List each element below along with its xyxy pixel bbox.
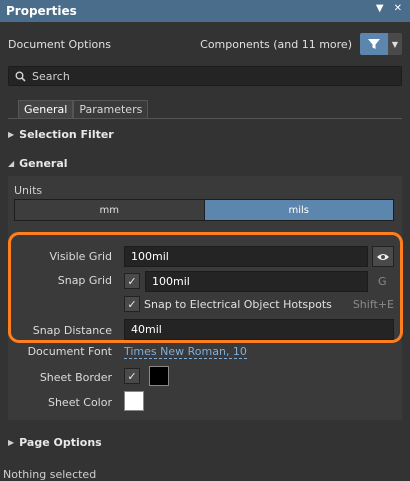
section-selection-filter[interactable]: ▶ Selection Filter xyxy=(8,128,114,141)
panel-title: Properties xyxy=(6,4,77,18)
section-general[interactable]: ◢ General xyxy=(8,157,68,170)
snap-hotspots-checkbox[interactable]: ✓ xyxy=(124,296,140,312)
checkmark-icon: ✓ xyxy=(127,274,137,288)
filter-icon xyxy=(368,39,380,49)
chevron-down-icon: ▼ xyxy=(391,39,399,49)
sheet-color-label: Sheet Color xyxy=(47,396,112,409)
tab-divider xyxy=(8,118,402,119)
snap-grid-label: Snap Grid xyxy=(57,274,112,287)
status-text: Nothing selected xyxy=(3,468,97,481)
visible-grid-input[interactable]: 100mil xyxy=(124,246,368,267)
checkmark-icon: ✓ xyxy=(127,297,137,311)
search-icon xyxy=(15,71,26,82)
snap-distance-input[interactable]: 40mil xyxy=(124,319,394,340)
components-filter-label[interactable]: Components (and 11 more) xyxy=(200,38,352,51)
units-mm-button[interactable]: mm xyxy=(15,200,205,220)
search-input[interactable]: Search xyxy=(8,66,402,86)
section-title: Page Options xyxy=(19,436,102,449)
tab-general[interactable]: General xyxy=(18,100,74,118)
sheet-color-swatch[interactable] xyxy=(124,391,144,411)
snap-grid-shortcut: G xyxy=(378,275,387,288)
section-title: Selection Filter xyxy=(19,128,114,141)
checkmark-icon: ✓ xyxy=(127,369,137,383)
chevron-down-icon[interactable]: ▼ xyxy=(376,3,384,14)
close-icon[interactable]: ✕ xyxy=(394,3,402,14)
sheet-border-label: Sheet Border xyxy=(39,371,112,384)
units-mils-button[interactable]: mils xyxy=(204,200,393,220)
sheet-border-checkbox[interactable]: ✓ xyxy=(124,368,140,384)
document-options-label: Document Options xyxy=(8,38,111,51)
visible-grid-toggle-button[interactable] xyxy=(372,246,394,267)
triangle-down-icon: ◢ xyxy=(8,159,15,168)
units-label: Units xyxy=(14,184,43,197)
panel-titlebar: Properties ▼ ✕ xyxy=(0,0,410,22)
search-placeholder: Search xyxy=(32,69,70,83)
tab-parameters[interactable]: Parameters xyxy=(73,100,149,118)
snap-grid-input[interactable]: 100mil xyxy=(145,271,368,292)
section-title: General xyxy=(19,157,68,170)
eye-icon xyxy=(377,253,389,260)
document-font-label: Document Font xyxy=(27,345,112,358)
filter-button[interactable] xyxy=(360,33,388,55)
triangle-right-icon: ▶ xyxy=(8,438,15,447)
snap-hotspots-label[interactable]: Snap to Electrical Object Hotspots xyxy=(144,298,332,311)
sheet-border-color-swatch[interactable] xyxy=(149,366,169,386)
snap-hotspots-shortcut: Shift+E xyxy=(352,298,394,311)
filter-dropdown-button[interactable]: ▼ xyxy=(388,33,402,55)
visible-grid-label: Visible Grid xyxy=(49,250,112,263)
tab-bar: General Parameters xyxy=(18,100,149,118)
triangle-right-icon: ▶ xyxy=(8,130,15,139)
section-page-options[interactable]: ▶ Page Options xyxy=(8,436,102,449)
snap-distance-label: Snap Distance xyxy=(32,324,112,337)
snap-grid-checkbox[interactable]: ✓ xyxy=(124,273,140,289)
units-toggle: mm mils xyxy=(14,199,394,221)
document-font-link[interactable]: Times New Roman, 10 xyxy=(124,345,247,359)
